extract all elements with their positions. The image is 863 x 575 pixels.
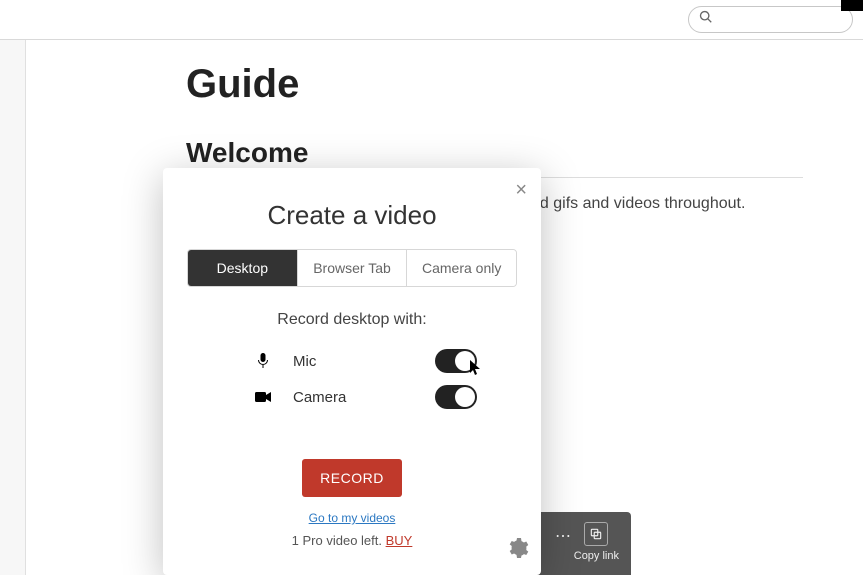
topbar: [0, 0, 863, 40]
record-with-label: Record desktop with:: [277, 311, 426, 329]
option-camera: Camera: [187, 379, 517, 415]
record-button[interactable]: RECORD: [302, 459, 402, 497]
tab-desktop[interactable]: Desktop: [188, 250, 297, 286]
mic-label: Mic: [293, 353, 316, 370]
copy-icon: [584, 522, 608, 546]
page-title: Guide: [186, 62, 803, 107]
close-icon[interactable]: ×: [515, 180, 527, 200]
search-input[interactable]: [719, 12, 839, 27]
corner-block: [841, 0, 863, 11]
pro-status: 1 Pro video left. BUY: [292, 533, 413, 548]
search-icon: [699, 10, 713, 29]
modal-title: Create a video: [267, 200, 436, 231]
settings-button[interactable]: [505, 536, 529, 565]
mic-icon: [255, 353, 271, 369]
source-tabs: Desktop Browser Tab Camera only: [187, 249, 517, 287]
camera-toggle[interactable]: [435, 385, 477, 409]
search-box[interactable]: [688, 6, 853, 33]
camera-label: Camera: [293, 389, 346, 406]
option-mic: Mic: [187, 343, 517, 379]
more-icon[interactable]: ⋯: [555, 526, 573, 546]
mic-toggle[interactable]: [435, 349, 477, 373]
copy-link-label: Copy link: [574, 550, 619, 562]
go-to-videos-link[interactable]: Go to my videos: [309, 511, 396, 525]
camera-icon: [255, 391, 271, 403]
create-video-modal: × Create a video Desktop Browser Tab Cam…: [163, 168, 541, 575]
buy-link[interactable]: BUY: [386, 533, 413, 548]
tab-camera-only[interactable]: Camera only: [406, 250, 516, 286]
copy-link-button[interactable]: Copy link: [574, 522, 619, 562]
tab-browser[interactable]: Browser Tab: [297, 250, 407, 286]
